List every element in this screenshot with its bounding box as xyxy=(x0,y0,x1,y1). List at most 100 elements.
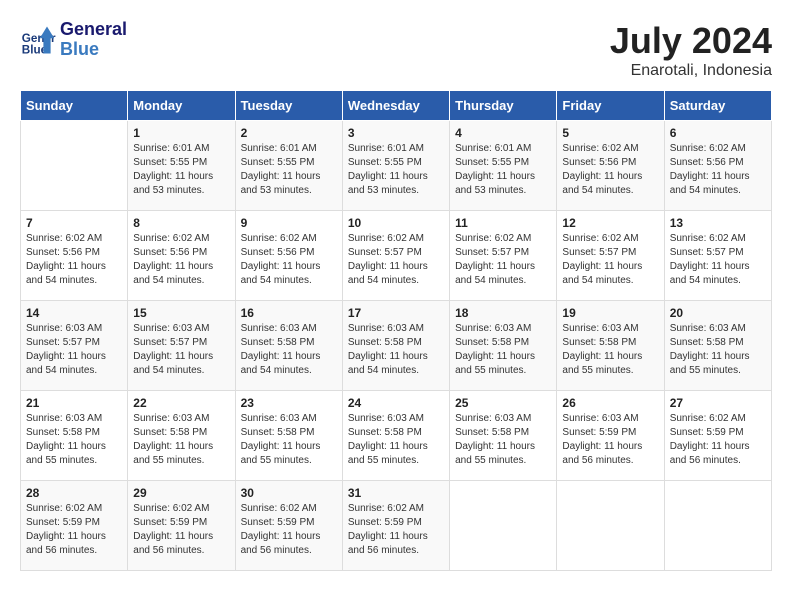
calendar-cell: 24 Sunrise: 6:03 AM Sunset: 5:58 PM Dayli… xyxy=(342,391,449,481)
day-number: 24 xyxy=(348,396,444,410)
day-info: Sunrise: 6:01 AM Sunset: 5:55 PM Dayligh… xyxy=(133,142,229,198)
calendar-cell: 23 Sunrise: 6:03 AM Sunset: 5:58 PM Dayli… xyxy=(235,391,342,481)
day-number: 12 xyxy=(562,216,658,230)
day-info: Sunrise: 6:01 AM Sunset: 5:55 PM Dayligh… xyxy=(348,142,444,198)
day-info: Sunrise: 6:02 AM Sunset: 5:57 PM Dayligh… xyxy=(348,232,444,288)
calendar-cell xyxy=(450,481,557,571)
day-info: Sunrise: 6:02 AM Sunset: 5:57 PM Dayligh… xyxy=(455,232,551,288)
calendar-cell: 5 Sunrise: 6:02 AM Sunset: 5:56 PM Daylig… xyxy=(557,121,664,211)
day-number: 9 xyxy=(241,216,337,230)
day-number: 29 xyxy=(133,486,229,500)
weekday-header-row: Sunday Monday Tuesday Wednesday Thursday… xyxy=(21,91,772,121)
day-number: 26 xyxy=(562,396,658,410)
calendar-cell: 10 Sunrise: 6:02 AM Sunset: 5:57 PM Dayli… xyxy=(342,211,449,301)
month-year: July 2024 xyxy=(610,20,772,62)
day-info: Sunrise: 6:02 AM Sunset: 5:59 PM Dayligh… xyxy=(241,502,337,558)
calendar-cell: 12 Sunrise: 6:02 AM Sunset: 5:57 PM Dayli… xyxy=(557,211,664,301)
calendar-table: Sunday Monday Tuesday Wednesday Thursday… xyxy=(20,90,772,571)
day-number: 17 xyxy=(348,306,444,320)
calendar-cell: 4Sunrise: 6:01 AM Sunset: 5:55 PM Daylig… xyxy=(450,121,557,211)
calendar-cell: 16 Sunrise: 6:03 AM Sunset: 5:58 PM Dayli… xyxy=(235,301,342,391)
calendar-cell xyxy=(664,481,771,571)
header-monday: Monday xyxy=(128,91,235,121)
calendar-cell: 25Sunrise: 6:03 AM Sunset: 5:58 PM Dayli… xyxy=(450,391,557,481)
location: Enarotali, Indonesia xyxy=(610,62,772,80)
day-info: Sunrise: 6:02 AM Sunset: 5:56 PM Dayligh… xyxy=(562,142,658,198)
day-info: Sunrise: 6:03 AM Sunset: 5:58 PM Dayligh… xyxy=(241,322,337,378)
day-number: 11 xyxy=(455,216,551,230)
day-number: 27 xyxy=(670,396,766,410)
day-number: 8 xyxy=(133,216,229,230)
day-number: 16 xyxy=(241,306,337,320)
day-info: Sunrise: 6:03 AM Sunset: 5:57 PM Dayligh… xyxy=(133,322,229,378)
day-number: 14 xyxy=(26,306,122,320)
calendar-cell: 14 Sunrise: 6:03 AM Sunset: 5:57 PM Dayli… xyxy=(21,301,128,391)
day-number: 15 xyxy=(133,306,229,320)
day-info: Sunrise: 6:03 AM Sunset: 5:58 PM Dayligh… xyxy=(133,412,229,468)
calendar-cell xyxy=(557,481,664,571)
calendar-cell: 1 Sunrise: 6:01 AM Sunset: 5:55 PM Daylig… xyxy=(128,121,235,211)
day-number: 19 xyxy=(562,306,658,320)
day-info: Sunrise: 6:03 AM Sunset: 5:58 PM Dayligh… xyxy=(455,322,551,378)
calendar-cell xyxy=(21,121,128,211)
day-number: 28 xyxy=(26,486,122,500)
calendar-cell: 19 Sunrise: 6:03 AM Sunset: 5:58 PM Dayli… xyxy=(557,301,664,391)
calendar-cell: 22 Sunrise: 6:03 AM Sunset: 5:58 PM Dayli… xyxy=(128,391,235,481)
calendar-cell: 17Sunrise: 6:03 AM Sunset: 5:58 PM Dayli… xyxy=(342,301,449,391)
day-number: 30 xyxy=(241,486,337,500)
calendar-cell: 28 Sunrise: 6:02 AM Sunset: 5:59 PM Dayli… xyxy=(21,481,128,571)
day-number: 13 xyxy=(670,216,766,230)
calendar-cell: 30 Sunrise: 6:02 AM Sunset: 5:59 PM Dayli… xyxy=(235,481,342,571)
calendar-cell: 9 Sunrise: 6:02 AM Sunset: 5:56 PM Daylig… xyxy=(235,211,342,301)
day-number: 20 xyxy=(670,306,766,320)
day-info: Sunrise: 6:03 AM Sunset: 5:58 PM Dayligh… xyxy=(348,412,444,468)
day-info: Sunrise: 6:02 AM Sunset: 5:56 PM Dayligh… xyxy=(26,232,122,288)
day-info: Sunrise: 6:02 AM Sunset: 5:59 PM Dayligh… xyxy=(348,502,444,558)
day-info: Sunrise: 6:01 AM Sunset: 5:55 PM Dayligh… xyxy=(455,142,551,198)
logo: General Blue General Blue xyxy=(20,20,127,60)
day-number: 2 xyxy=(241,126,337,140)
day-info: Sunrise: 6:03 AM Sunset: 5:58 PM Dayligh… xyxy=(241,412,337,468)
day-info: Sunrise: 6:03 AM Sunset: 5:58 PM Dayligh… xyxy=(562,322,658,378)
day-number: 22 xyxy=(133,396,229,410)
day-number: 1 xyxy=(133,126,229,140)
calendar-week-row: 1 Sunrise: 6:01 AM Sunset: 5:55 PM Daylig… xyxy=(21,121,772,211)
day-info: Sunrise: 6:03 AM Sunset: 5:59 PM Dayligh… xyxy=(562,412,658,468)
day-info: Sunrise: 6:03 AM Sunset: 5:57 PM Dayligh… xyxy=(26,322,122,378)
header-sunday: Sunday xyxy=(21,91,128,121)
calendar-cell: 31Sunrise: 6:02 AM Sunset: 5:59 PM Dayli… xyxy=(342,481,449,571)
day-info: Sunrise: 6:02 AM Sunset: 5:57 PM Dayligh… xyxy=(562,232,658,288)
calendar-body: 1 Sunrise: 6:01 AM Sunset: 5:55 PM Daylig… xyxy=(21,121,772,571)
calendar-cell: 20 Sunrise: 6:03 AM Sunset: 5:58 PM Dayli… xyxy=(664,301,771,391)
day-info: Sunrise: 6:02 AM Sunset: 5:59 PM Dayligh… xyxy=(670,412,766,468)
day-info: Sunrise: 6:03 AM Sunset: 5:58 PM Dayligh… xyxy=(670,322,766,378)
calendar-header: Sunday Monday Tuesday Wednesday Thursday… xyxy=(21,91,772,121)
day-number: 25 xyxy=(455,396,551,410)
day-number: 10 xyxy=(348,216,444,230)
day-info: Sunrise: 6:02 AM Sunset: 5:59 PM Dayligh… xyxy=(133,502,229,558)
day-number: 23 xyxy=(241,396,337,410)
day-info: Sunrise: 6:01 AM Sunset: 5:55 PM Dayligh… xyxy=(241,142,337,198)
day-info: Sunrise: 6:02 AM Sunset: 5:57 PM Dayligh… xyxy=(670,232,766,288)
header-thursday: Thursday xyxy=(450,91,557,121)
calendar-cell: 8 Sunrise: 6:02 AM Sunset: 5:56 PM Daylig… xyxy=(128,211,235,301)
header-friday: Friday xyxy=(557,91,664,121)
title-block: July 2024 Enarotali, Indonesia xyxy=(610,20,772,80)
day-number: 5 xyxy=(562,126,658,140)
logo-text-line2: Blue xyxy=(60,40,127,60)
calendar-week-row: 28 Sunrise: 6:02 AM Sunset: 5:59 PM Dayli… xyxy=(21,481,772,571)
logo-icon: General Blue xyxy=(20,22,56,58)
day-info: Sunrise: 6:02 AM Sunset: 5:56 PM Dayligh… xyxy=(133,232,229,288)
calendar-cell: 7Sunrise: 6:02 AM Sunset: 5:56 PM Daylig… xyxy=(21,211,128,301)
calendar-week-row: 14 Sunrise: 6:03 AM Sunset: 5:57 PM Dayli… xyxy=(21,301,772,391)
day-number: 6 xyxy=(670,126,766,140)
calendar-week-row: 7Sunrise: 6:02 AM Sunset: 5:56 PM Daylig… xyxy=(21,211,772,301)
day-info: Sunrise: 6:02 AM Sunset: 5:56 PM Dayligh… xyxy=(241,232,337,288)
day-info: Sunrise: 6:02 AM Sunset: 5:59 PM Dayligh… xyxy=(26,502,122,558)
day-number: 21 xyxy=(26,396,122,410)
calendar-week-row: 21 Sunrise: 6:03 AM Sunset: 5:58 PM Dayli… xyxy=(21,391,772,481)
calendar-cell: 6Sunrise: 6:02 AM Sunset: 5:56 PM Daylig… xyxy=(664,121,771,211)
calendar-cell: 18Sunrise: 6:03 AM Sunset: 5:58 PM Dayli… xyxy=(450,301,557,391)
calendar-cell: 26 Sunrise: 6:03 AM Sunset: 5:59 PM Dayli… xyxy=(557,391,664,481)
calendar-cell: 21Sunrise: 6:03 AM Sunset: 5:58 PM Dayli… xyxy=(21,391,128,481)
